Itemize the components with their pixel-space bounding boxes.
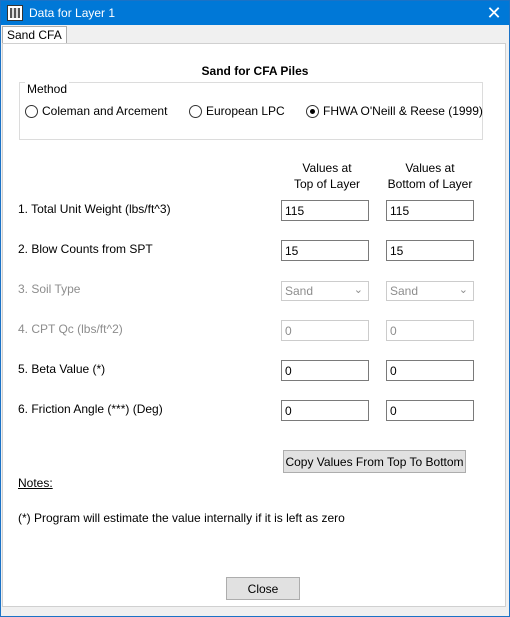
row-label-soil-type: 3. Soil Type [18,282,81,296]
beta-value-top-input[interactable] [281,360,369,381]
column-header-line: Top of Layer [293,177,361,191]
row-label-blow-counts: 2. Blow Counts from SPT [18,242,153,256]
chevron-down-icon: ⌄ [458,284,468,296]
radio-label: Coleman and Arcement [42,104,168,118]
column-header-bottom: Values at Bottom of Layer [380,160,480,192]
radio-label: FHWA O'Neill & Reese (1999) [323,104,483,118]
soil-type-bottom-select: Sand ⌄ [386,281,474,301]
notes-heading: Notes: [18,476,53,490]
radio-button-selected-icon[interactable] [306,104,319,118]
cpt-qc-bottom-input [386,320,474,341]
radio-european-lpc[interactable]: European LPC [189,104,285,118]
select-value: Sand [285,284,314,298]
method-legend: Method [25,82,70,96]
tab-strip: Sand CFA [1,25,509,45]
radio-coleman-arcement[interactable]: Coleman and Arcement [25,104,167,118]
friction-angle-bottom-input[interactable] [386,400,474,421]
unit-weight-bottom-input[interactable] [386,200,474,221]
beta-value-bottom-input[interactable] [386,360,474,381]
radio-button-icon[interactable] [189,104,202,118]
select-value: Sand [390,284,419,298]
window-title: Data for Layer 1 [29,6,116,20]
chevron-down-icon: ⌄ [353,284,363,296]
note-item: (*) Program will estimate the value inte… [18,511,345,525]
close-button[interactable]: Close [226,577,300,600]
app-icon [7,5,23,21]
radio-fhwa-oneill-reese[interactable]: FHWA O'Neill & Reese (1999) [306,104,483,118]
copy-values-button[interactable]: Copy Values From Top To Bottom [283,450,466,473]
column-header-line: Bottom of Layer [387,177,473,191]
row-label-beta-value: 5. Beta Value (*) [18,362,106,376]
column-header-top: Values at Top of Layer [277,160,377,192]
cpt-qc-top-input [281,320,369,341]
row-label-friction-angle: 6. Friction Angle (***) (Deg) [18,402,163,416]
row-label-unit-weight: 1. Total Unit Weight (lbs/ft^3) [18,202,171,216]
title-bar[interactable]: Data for Layer 1 ✕ [1,1,509,25]
friction-angle-top-input[interactable] [281,400,369,421]
panel-heading: Sand for CFA Piles [201,64,309,78]
soil-type-top-select: Sand ⌄ [281,281,369,301]
blow-counts-bottom-input[interactable] [386,240,474,261]
dialog-window: Data for Layer 1 ✕ Sand CFA Sand for CFA… [0,0,510,617]
row-label-cpt-qc: 4. CPT Qc (lbs/ft^2) [18,322,123,336]
column-header-line: Values at [302,161,352,175]
radio-button-icon[interactable] [25,104,38,118]
radio-label: European LPC [206,104,285,118]
tab-panel: Sand for CFA Piles Method Coleman and Ar… [2,43,506,607]
blow-counts-top-input[interactable] [281,240,369,261]
close-icon[interactable]: ✕ [479,1,509,25]
unit-weight-top-input[interactable] [281,200,369,221]
column-header-line: Values at [405,161,455,175]
